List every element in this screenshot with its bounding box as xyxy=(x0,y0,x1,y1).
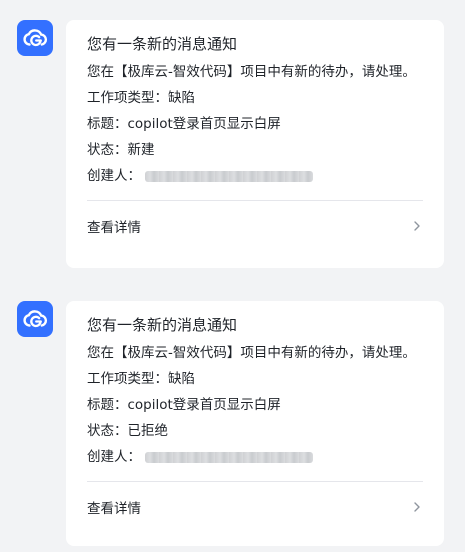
card-title: 您有一条新的消息通知 xyxy=(87,35,238,53)
field-type: 工作项类型：缺陷 xyxy=(87,90,195,106)
field-status: 状态：已拒绝 xyxy=(87,423,168,439)
card-description: 您在【极库云-智效代码】项目中有新的待办，请处理。 xyxy=(87,64,416,80)
chevron-right-icon xyxy=(414,221,420,231)
notification-card: 您有一条新的消息通知 您在【极库云-智效代码】项目中有新的待办，请处理。 工作项… xyxy=(66,20,444,268)
notification-card: 您有一条新的消息通知 您在【极库云-智效代码】项目中有新的待办，请处理。 工作项… xyxy=(66,301,444,546)
view-details-label: 查看详情 xyxy=(87,501,141,517)
field-subject: 标题：copilot登录首页显示白屏 xyxy=(87,397,281,413)
cloud-g-icon xyxy=(23,29,48,47)
field-subject: 标题：copilot登录首页显示白屏 xyxy=(87,116,281,132)
field-type: 工作项类型：缺陷 xyxy=(87,371,195,387)
card-description: 您在【极库云-智效代码】项目中有新的待办，请处理。 xyxy=(87,345,416,361)
field-status: 状态：新建 xyxy=(87,142,155,158)
field-creator: 创建人： xyxy=(87,166,423,187)
app-avatar[interactable] xyxy=(17,20,53,56)
creator-redacted xyxy=(145,170,313,182)
cloud-g-icon xyxy=(23,310,48,328)
field-creator: 创建人： xyxy=(87,447,423,468)
creator-redacted xyxy=(145,451,313,463)
app-avatar[interactable] xyxy=(17,301,53,337)
chevron-right-icon xyxy=(414,502,420,512)
creator-label: 创建人： xyxy=(87,168,141,184)
view-details-label: 查看详情 xyxy=(87,220,141,236)
view-details-link[interactable]: 查看详情 xyxy=(87,201,423,251)
creator-label: 创建人： xyxy=(87,449,141,465)
view-details-link[interactable]: 查看详情 xyxy=(87,482,423,532)
card-title: 您有一条新的消息通知 xyxy=(87,316,238,334)
